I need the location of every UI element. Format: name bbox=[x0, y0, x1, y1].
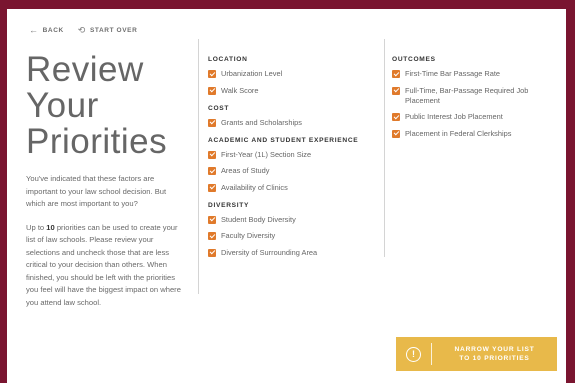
intro-paragraph-1: You've indicated that these factors are … bbox=[26, 174, 167, 208]
column-divider bbox=[198, 39, 199, 294]
section-heading: DIVERSITY bbox=[208, 201, 250, 209]
back-link[interactable]: ← BACK bbox=[29, 26, 64, 35]
arrow-left-icon: ← bbox=[29, 25, 39, 35]
priority-checkbox-item[interactable]: Full-Time, Bar-Passage Required Job Plac… bbox=[392, 86, 557, 106]
priority-checkbox-item[interactable]: Walk Score bbox=[208, 86, 378, 96]
priority-label: Faculty Diversity bbox=[221, 231, 276, 240]
checked-checkbox-icon[interactable] bbox=[208, 86, 216, 95]
priority-section: COST Grants and Scholarships bbox=[208, 105, 378, 128]
priority-label: First-Year (1L) Section Size bbox=[221, 149, 312, 159]
priority-checkbox-item[interactable]: Placement in Federal Clerkships bbox=[392, 129, 557, 139]
narrow-list-label: NARROW YOUR LIST TO 10 PRIORITIES bbox=[454, 346, 535, 362]
priority-checkbox-item[interactable]: Availability of Clinics bbox=[208, 183, 378, 193]
column-divider bbox=[384, 39, 385, 257]
start-over-label: START OVER bbox=[89, 27, 138, 34]
priority-section: ACADEMIC AND STUDENT EXPERIENCE First-Yea… bbox=[208, 137, 378, 193]
priority-label: Grants and Scholarships bbox=[221, 117, 302, 127]
priority-section: LOCATION Urbanization Level Walk Score bbox=[208, 56, 378, 96]
checked-checkbox-icon[interactable] bbox=[208, 232, 216, 240]
priority-checkbox-item[interactable]: Areas of Study bbox=[208, 166, 378, 176]
priority-label: Availability of Clinics bbox=[221, 182, 288, 192]
priority-label: Diversity of Surrounding Area bbox=[221, 247, 318, 257]
priority-checkbox-item[interactable]: Grants and Scholarships bbox=[208, 118, 378, 128]
priorities-column-2: OUTCOMES First-Time Bar Passage Rate Full-… bbox=[392, 56, 557, 148]
start-over-link[interactable]: ⟲ START OVER bbox=[78, 26, 138, 35]
section-heading: ACADEMIC AND STUDENT EXPERIENCE bbox=[208, 136, 359, 144]
top-nav: ← BACK ⟲ START OVER bbox=[29, 26, 137, 35]
priority-count: 10 bbox=[46, 222, 55, 232]
intro-p2-suffix: priorities can be used to create your li… bbox=[26, 222, 181, 307]
checked-checkbox-icon[interactable] bbox=[392, 113, 400, 121]
back-label: BACK bbox=[42, 27, 64, 34]
priority-label: Full-Time, Bar-Passage Required Job Plac… bbox=[405, 85, 529, 105]
priority-checkbox-item[interactable]: Faculty Diversity bbox=[208, 231, 378, 241]
priority-checkbox-item[interactable]: Student Body Diversity bbox=[208, 215, 378, 225]
priority-checkbox-item[interactable]: Diversity of Surrounding Area bbox=[208, 248, 378, 258]
intro-p2-prefix: Up to bbox=[26, 222, 47, 232]
checked-checkbox-icon[interactable] bbox=[392, 86, 400, 95]
checked-checkbox-icon[interactable] bbox=[208, 150, 216, 159]
section-heading: COST bbox=[208, 104, 230, 112]
priority-label: Areas of Study bbox=[221, 166, 270, 175]
section-heading: LOCATION bbox=[208, 56, 248, 63]
checked-checkbox-icon[interactable] bbox=[208, 167, 216, 175]
priorities-column-1: LOCATION Urbanization Level Walk Score COST… bbox=[208, 56, 378, 267]
checked-checkbox-icon[interactable] bbox=[208, 70, 216, 78]
priority-checkbox-item[interactable]: First-Year (1L) Section Size bbox=[208, 150, 378, 160]
priority-section: OUTCOMES First-Time Bar Passage Rate Full-… bbox=[392, 56, 557, 139]
undo-icon: ⟲ bbox=[77, 25, 86, 35]
checked-checkbox-icon[interactable] bbox=[208, 215, 216, 224]
page-title: Review Your Priorities bbox=[26, 50, 168, 161]
alert-circle-icon: ! bbox=[406, 346, 421, 362]
priority-checkbox-item[interactable]: Urbanization Level bbox=[208, 69, 378, 79]
intro-paragraph-2: Up to 10 priorities can be used to creat… bbox=[26, 222, 186, 310]
priority-checkbox-item[interactable]: First-Time Bar Passage Rate bbox=[392, 69, 557, 79]
checked-checkbox-icon[interactable] bbox=[392, 70, 400, 78]
priority-label: Student Body Diversity bbox=[221, 214, 296, 224]
checked-checkbox-icon[interactable] bbox=[208, 248, 216, 257]
checked-checkbox-icon[interactable] bbox=[208, 118, 216, 127]
priority-label: Placement in Federal Clerkships bbox=[405, 128, 512, 138]
priority-checkbox-item[interactable]: Public Interest Job Placement bbox=[392, 112, 557, 122]
priority-label: First-Time Bar Passage Rate bbox=[405, 69, 501, 78]
priority-label: Walk Score bbox=[221, 85, 259, 95]
section-heading: OUTCOMES bbox=[392, 56, 436, 63]
priority-label: Public Interest Job Placement bbox=[405, 112, 503, 121]
intro-text: You've indicated that these factors are … bbox=[26, 173, 186, 320]
cta-divider bbox=[431, 343, 432, 365]
narrow-list-button[interactable]: ! NARROW YOUR LIST TO 10 PRIORITIES bbox=[396, 337, 557, 371]
priority-section: DIVERSITY Student Body Diversity Faculty D… bbox=[208, 202, 378, 258]
checked-checkbox-icon[interactable] bbox=[392, 129, 400, 138]
priority-label: Urbanization Level bbox=[221, 69, 283, 78]
page-frame: ← BACK ⟲ START OVER Review Your Prioriti… bbox=[7, 9, 566, 383]
checked-checkbox-icon[interactable] bbox=[208, 183, 216, 192]
